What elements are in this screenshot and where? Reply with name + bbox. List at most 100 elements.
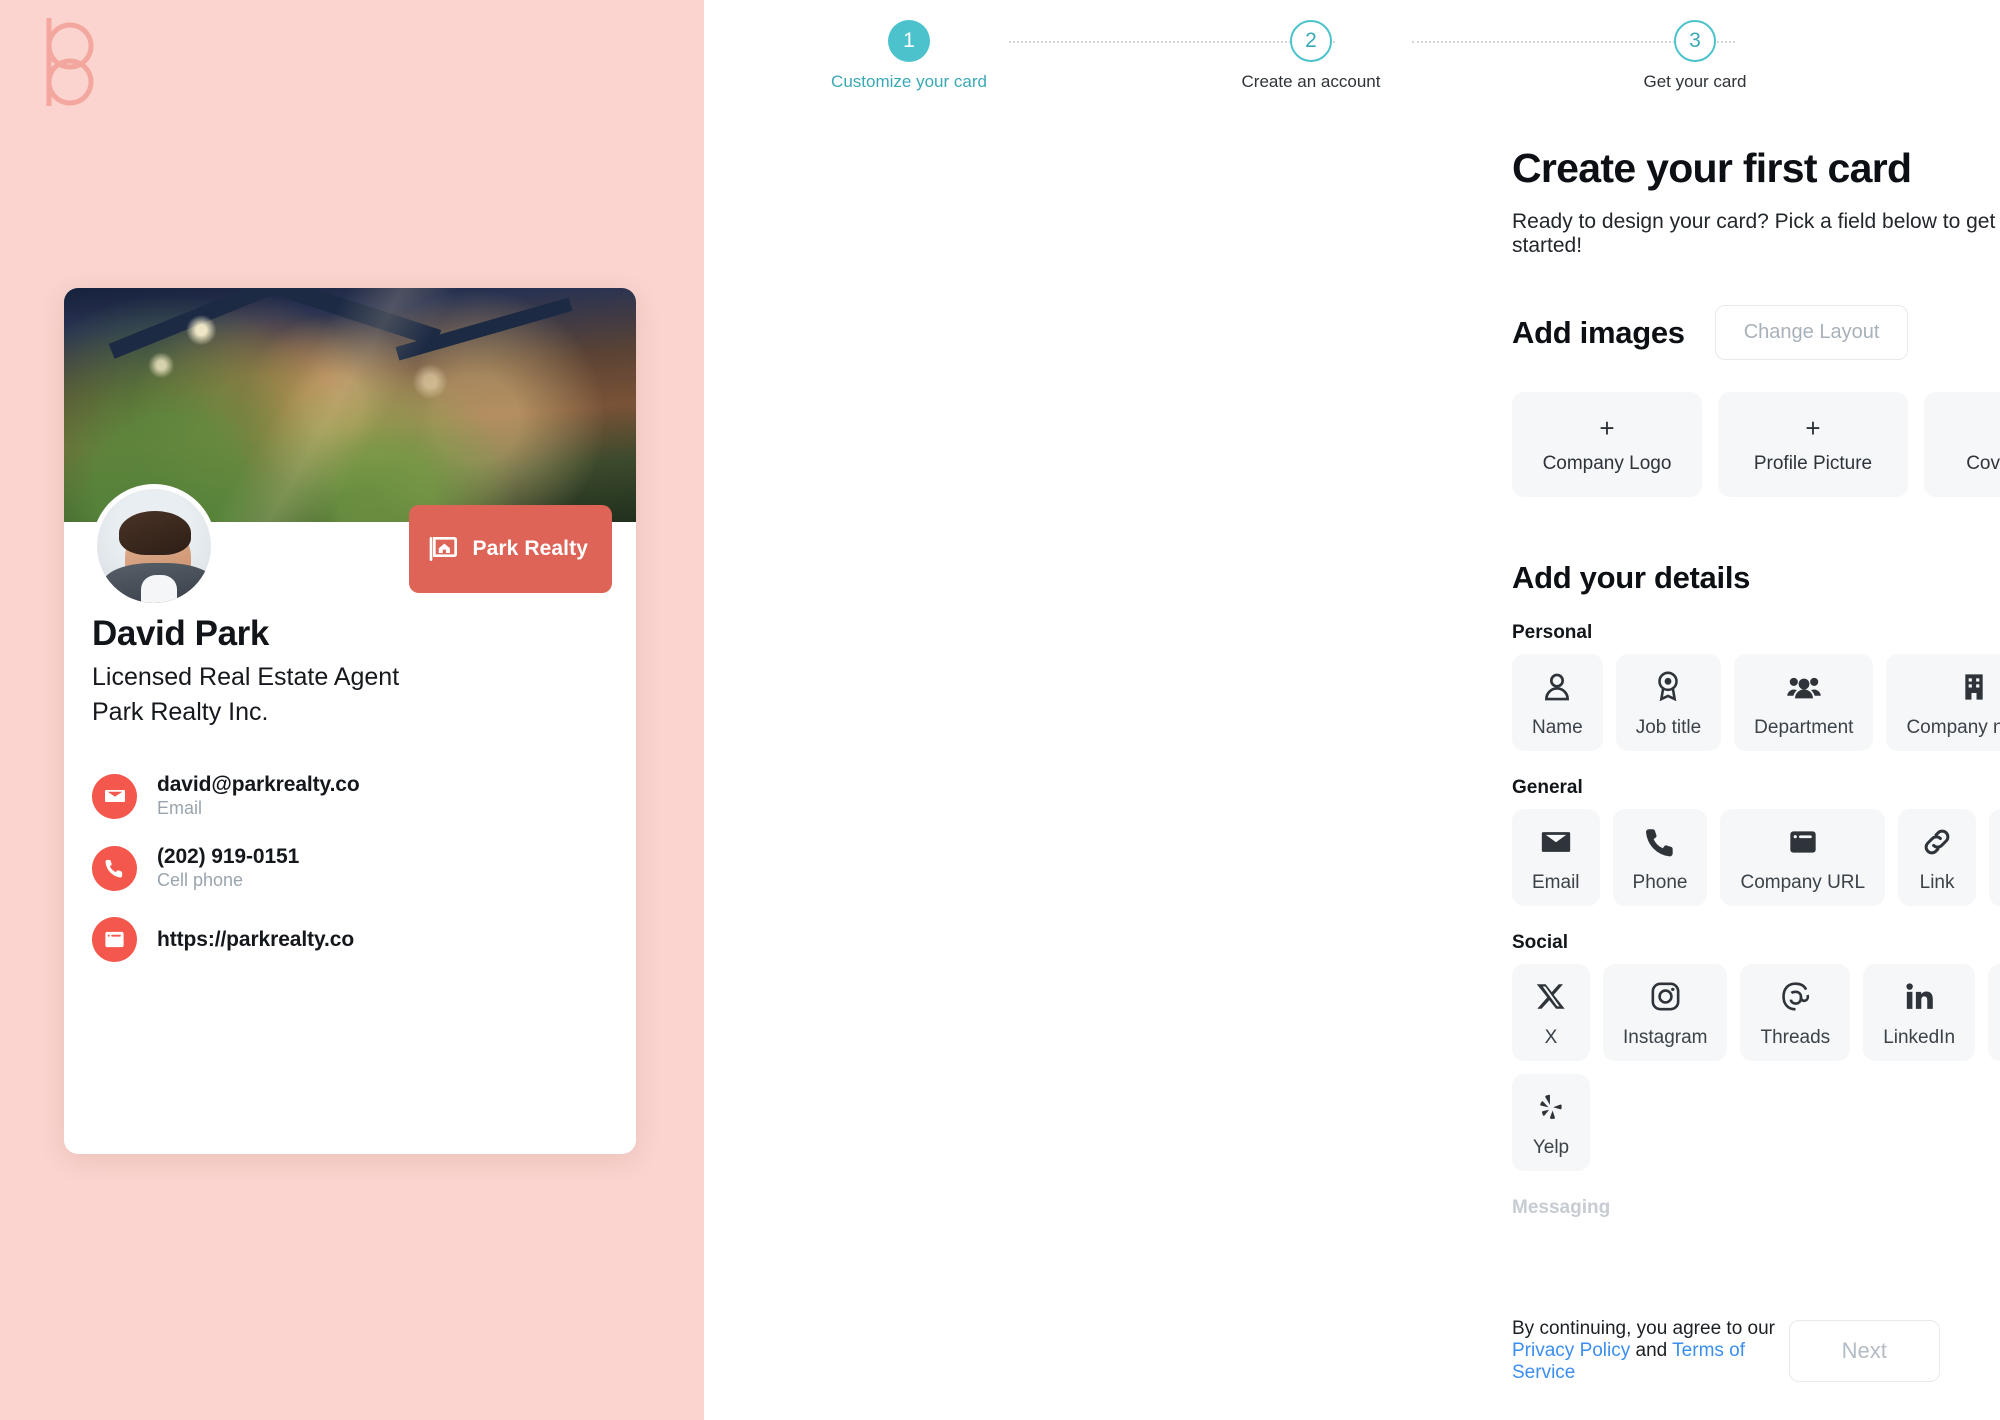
form-pane: 1 Customize your card 2 Create an accoun…	[704, 0, 2000, 1420]
field-chip-label: Phone	[1632, 871, 1688, 893]
step-1-bubble: 1	[888, 20, 930, 62]
chain-link-icon	[1920, 822, 1954, 862]
field-chip-email[interactable]: Email	[1512, 809, 1600, 906]
add-images-section: Add images Change Layout + Company Logo …	[1512, 305, 2000, 497]
field-row-general: Email Phone Company URL Link	[1512, 809, 2000, 906]
card-company: Park Realty Inc.	[92, 697, 269, 726]
field-chip-instagram[interactable]: Instagram	[1603, 964, 1728, 1061]
image-tile-label: Company Logo	[1542, 452, 1672, 474]
field-chip-job-title[interactable]: Job title	[1615, 654, 1722, 751]
contact-label: Cell phone	[157, 870, 244, 890]
yelp-icon	[1535, 1087, 1567, 1127]
group-label-messaging: Messaging	[1512, 1197, 1611, 1218]
add-images-title: Add images	[1512, 314, 1685, 350]
business-card-preview[interactable]: Park Realty David Park Licensed Real Est…	[64, 288, 636, 1154]
badge-person-icon	[1651, 667, 1685, 707]
contact-row-website[interactable]: https://parkrealty.co	[92, 917, 608, 962]
realty-sign-icon	[427, 533, 459, 565]
field-chip-address[interactable]: Address	[1989, 809, 2000, 906]
page-title: Create your first card	[1512, 145, 1912, 191]
step-2-bubble: 2	[1290, 20, 1332, 62]
image-tile-label: Profile Picture	[1753, 452, 1873, 474]
field-chip-label: Company name	[1906, 716, 2000, 738]
field-chip-phone[interactable]: Phone	[1612, 809, 1708, 906]
field-chip-facebook[interactable]: Facebook	[1988, 964, 2000, 1061]
field-chip-label: Company URL	[1740, 871, 1866, 893]
field-chip-label: Instagram	[1623, 1026, 1708, 1048]
phone-icon	[1644, 822, 1676, 862]
group-label-social: Social	[1512, 932, 1568, 953]
field-chip-label: Department	[1754, 716, 1854, 738]
field-chip-label: Link	[1919, 871, 1955, 893]
legal-prefix: By continuing, you agree to our	[1512, 1318, 1776, 1339]
step-2-caption: Create an account	[1241, 72, 1381, 91]
card-name: David Park	[92, 614, 269, 653]
field-chip-company-name[interactable]: Company name	[1886, 654, 2000, 751]
field-row-social: X Instagram Threads LinkedIn Yelp	[1512, 964, 2000, 1171]
image-tile-cover-photo[interactable]: + Cover Photo	[1924, 392, 2000, 497]
company-badge: Park Realty	[409, 505, 612, 593]
field-chip-linkedin[interactable]: LinkedIn	[1863, 964, 1976, 1061]
legal-conjunction: and	[1630, 1340, 1673, 1361]
field-chip-x[interactable]: X	[1512, 964, 1590, 1061]
image-tile-company-logo[interactable]: + Company Logo	[1512, 392, 1702, 497]
change-layout-button[interactable]: Change Layout	[1714, 305, 1909, 360]
field-chip-label: Threads	[1760, 1026, 1831, 1048]
building-icon	[1958, 667, 1990, 707]
field-chip-label: Email	[1532, 871, 1580, 893]
field-chip-label: Yelp	[1532, 1136, 1570, 1158]
browser-window-icon	[1787, 822, 1819, 862]
field-chip-company-url[interactable]: Company URL	[1720, 809, 1886, 906]
field-row-personal: Name Job title Department Company n	[1512, 654, 2000, 751]
field-chip-label: Job title	[1635, 716, 1702, 738]
app-root: Park Realty David Park Licensed Real Est…	[0, 0, 2000, 1420]
card-job-title: Licensed Real Estate Agent	[92, 663, 400, 691]
envelope-icon	[92, 773, 137, 819]
image-tile-profile-picture[interactable]: + Profile Picture	[1718, 392, 1908, 497]
field-chip-link[interactable]: Link	[1898, 809, 1977, 906]
add-images-header: Add images Change Layout	[1512, 305, 2000, 360]
step-1-caption: Customize your card	[831, 72, 987, 91]
step-3-caption: Get your card	[1643, 72, 1747, 91]
step-3[interactable]: 3 Get your card	[1570, 20, 1820, 92]
phone-icon	[92, 845, 137, 891]
contact-value: (202) 919-0151	[157, 845, 300, 868]
field-chip-label: LinkedIn	[1883, 1026, 1956, 1048]
add-details-title: Add your details	[1512, 560, 1751, 595]
group-label-general: General	[1512, 777, 1583, 798]
instagram-icon	[1649, 977, 1682, 1017]
linkedin-icon	[1904, 977, 1935, 1017]
next-button[interactable]: Next	[1788, 1320, 1940, 1382]
blinq-b-logo-icon	[28, 12, 118, 112]
contact-row-phone[interactable]: (202) 919-0151 Cell phone	[92, 845, 608, 891]
image-tile-row: + Company Logo + Profile Picture + Cover…	[1512, 392, 2000, 497]
plus-icon: +	[1805, 412, 1821, 443]
browser-window-icon	[92, 917, 137, 962]
field-chip-department[interactable]: Department	[1734, 654, 1874, 751]
privacy-policy-link[interactable]: Privacy Policy	[1512, 1340, 1630, 1361]
card-preview-pane: Park Realty David Park Licensed Real Est…	[0, 0, 704, 1420]
field-chip-threads[interactable]: Threads	[1740, 964, 1851, 1061]
threads-icon	[1779, 977, 1812, 1017]
avatar	[92, 484, 216, 608]
step-1[interactable]: 1 Customize your card	[784, 20, 1034, 92]
contact-value: https://parkrealty.co	[157, 927, 355, 951]
contact-value: david@parkrealty.co	[157, 773, 360, 796]
x-twitter-icon	[1536, 977, 1567, 1017]
footer-bar: By continuing, you agree to our Privacy …	[1512, 1318, 1940, 1384]
contact-label: Email	[157, 798, 203, 818]
card-contacts: david@parkrealty.co Email (202) 919-0151	[92, 773, 608, 962]
page-headline: Create your first card Ready to design y…	[1512, 145, 2000, 258]
add-details-section: Add your details Personal Name Job title…	[1512, 560, 2000, 1229]
envelope-icon	[1539, 822, 1573, 862]
field-chip-label: Name	[1532, 716, 1583, 738]
group-label-personal: Personal	[1512, 622, 1593, 643]
plus-icon: +	[1599, 412, 1615, 443]
field-chip-name[interactable]: Name	[1512, 654, 1603, 751]
card-body: David Park Licensed Real Estate Agent Pa…	[64, 614, 636, 962]
step-2[interactable]: 2 Create an account	[1186, 20, 1436, 92]
field-chip-yelp[interactable]: Yelp	[1512, 1074, 1590, 1171]
contact-row-email[interactable]: david@parkrealty.co Email	[92, 773, 608, 819]
image-tile-label: Cover Photo	[1966, 452, 2000, 474]
person-icon	[1540, 667, 1574, 707]
